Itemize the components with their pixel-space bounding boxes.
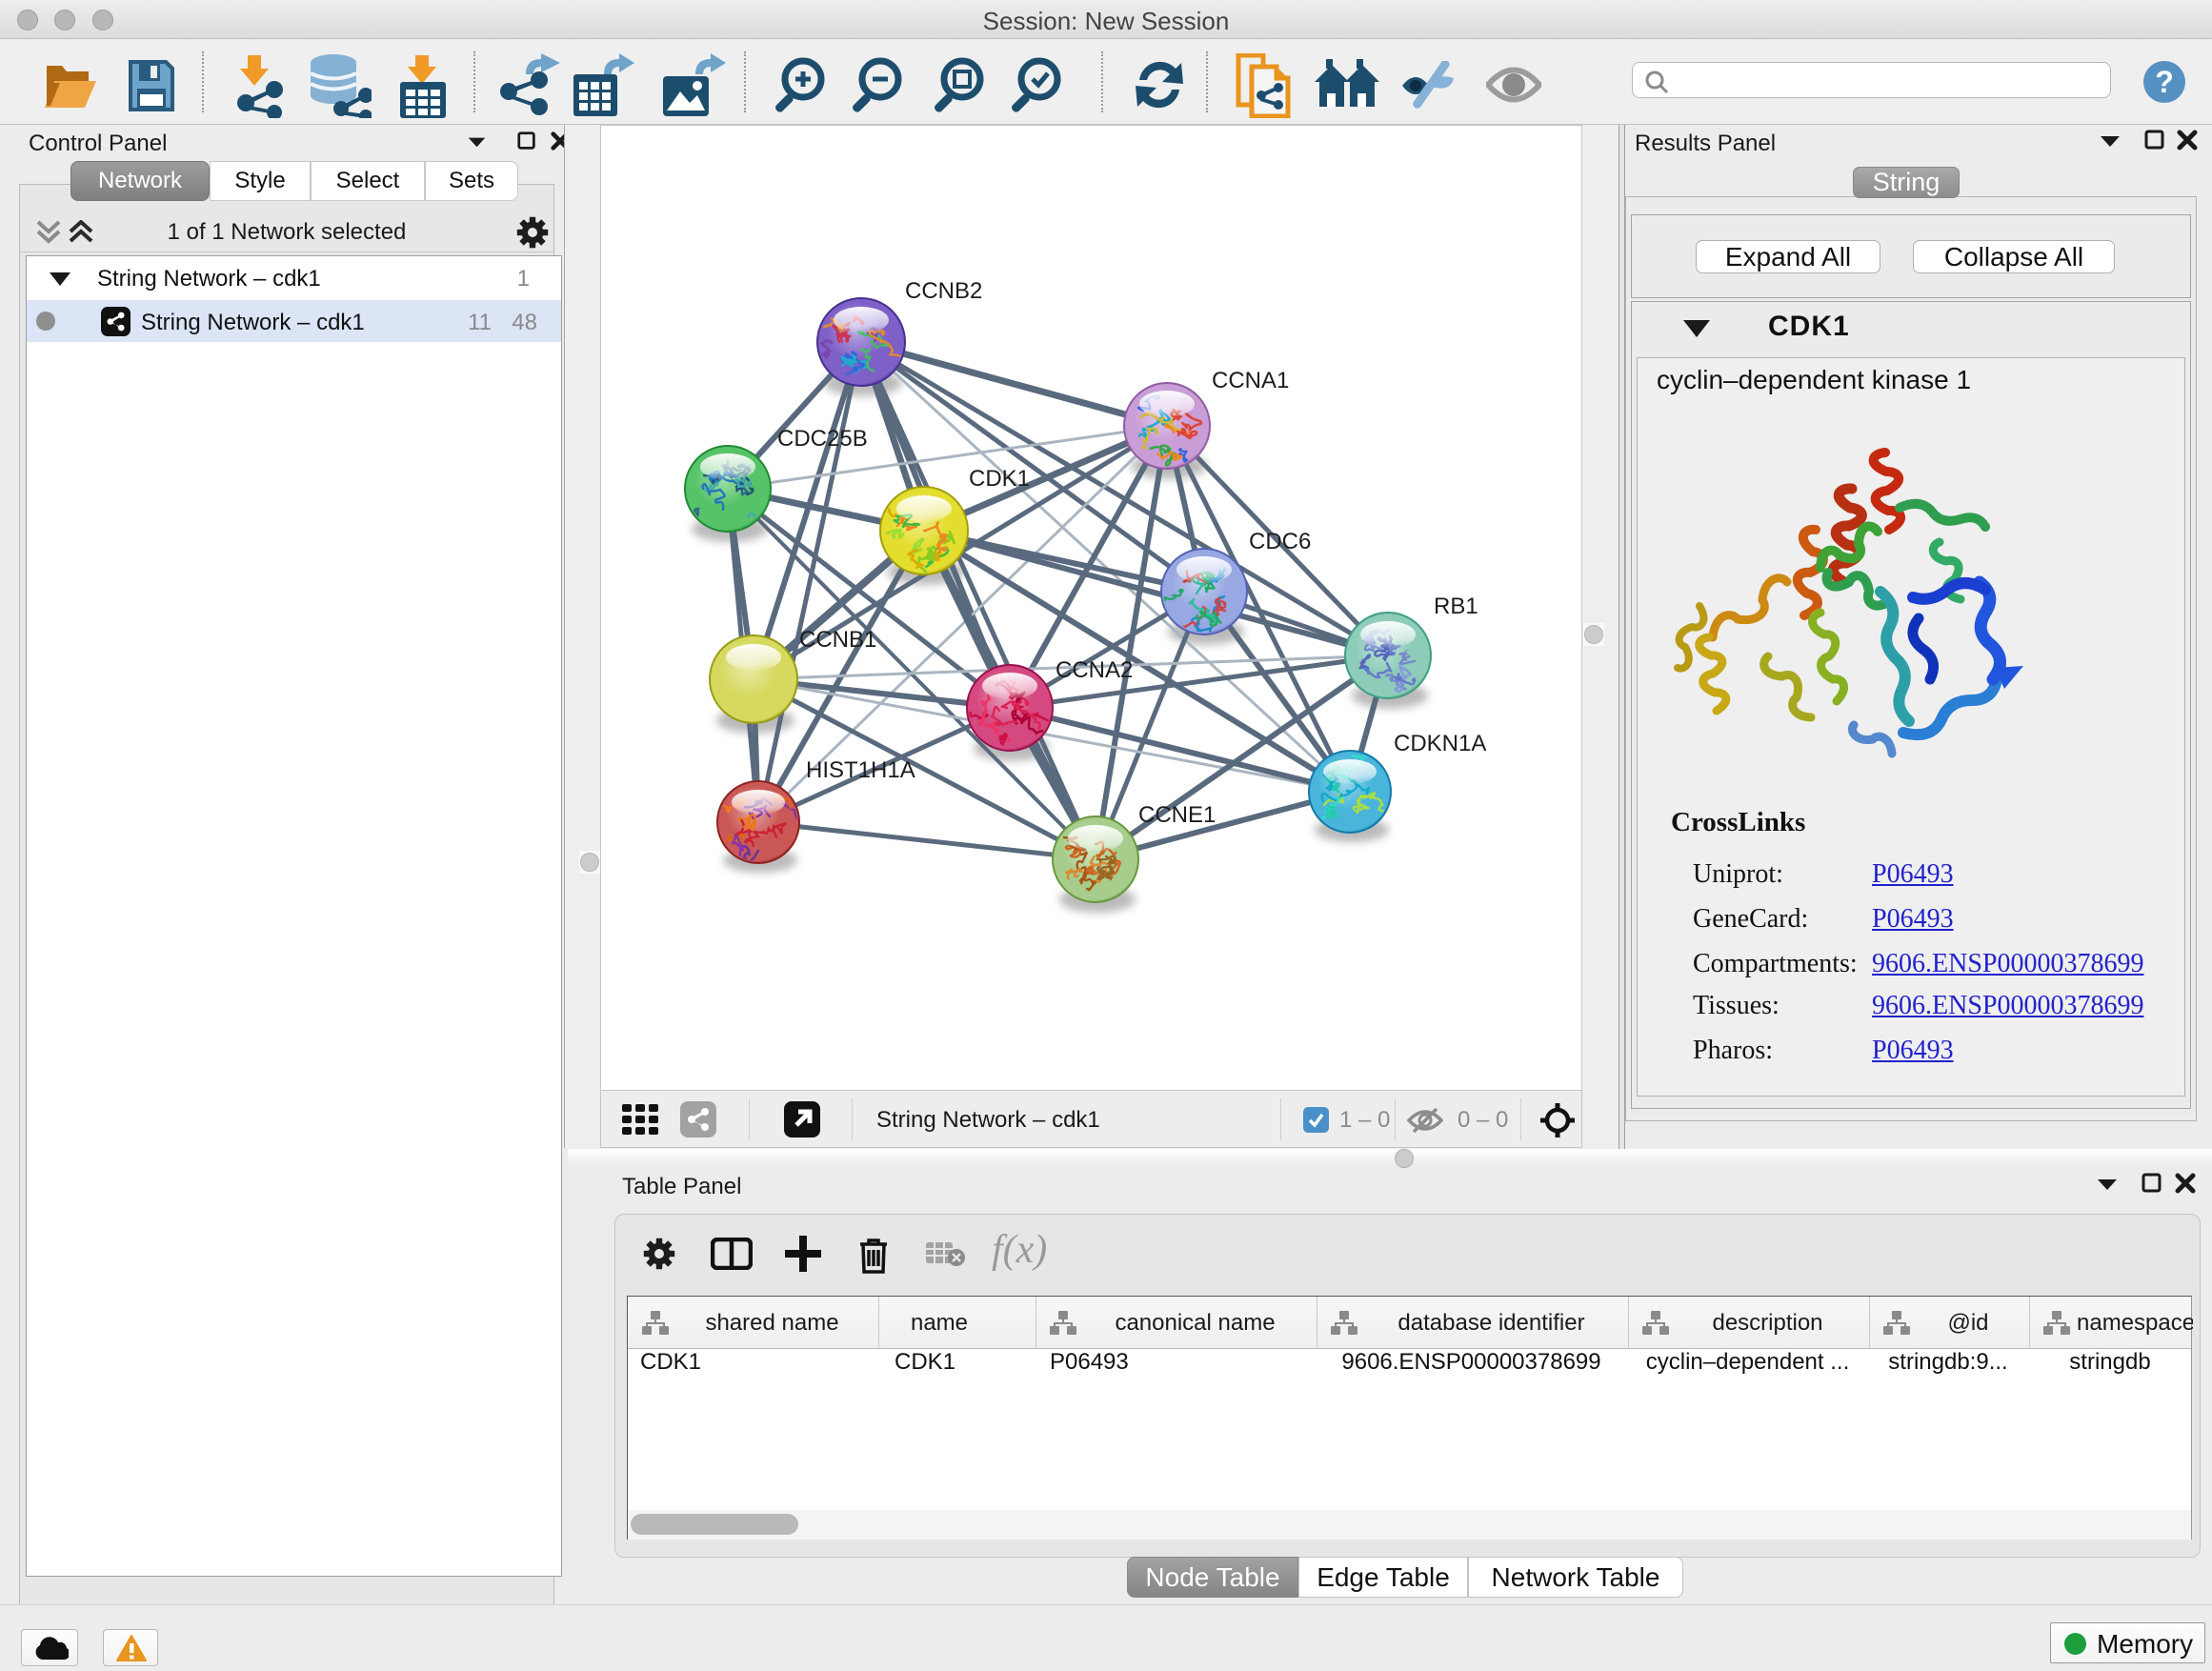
svg-text:CDC25B: CDC25B: [777, 426, 868, 452]
svg-text:CDK1: CDK1: [969, 466, 1030, 492]
svg-text:?: ?: [2155, 65, 2174, 99]
svg-text:CDKN1A: CDKN1A: [1394, 731, 1486, 756]
svg-text:CCNB1: CCNB1: [799, 627, 876, 653]
svg-text:CCNA2: CCNA2: [1056, 657, 1133, 683]
svg-text:CCNB2: CCNB2: [905, 278, 982, 304]
svg-text:CDC6: CDC6: [1249, 529, 1311, 554]
svg-text:RB1: RB1: [1434, 594, 1478, 619]
svg-text:CCNE1: CCNE1: [1138, 802, 1216, 828]
svg-text:CCNA1: CCNA1: [1212, 368, 1289, 393]
svg-text:HIST1H1A: HIST1H1A: [806, 757, 915, 783]
